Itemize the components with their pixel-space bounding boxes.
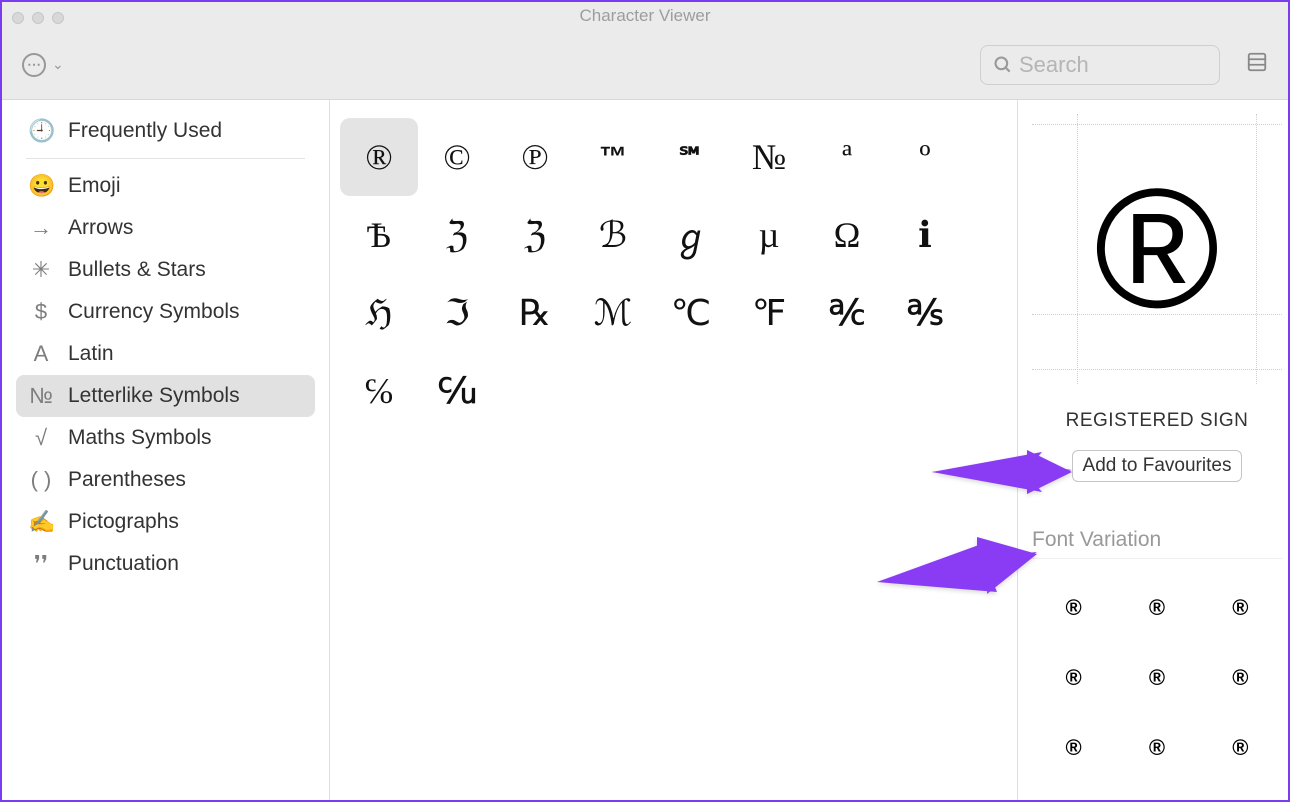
search-field[interactable] bbox=[980, 45, 1220, 85]
font-variation-cell[interactable]: ® bbox=[1149, 595, 1165, 621]
character-cell[interactable]: ℠ bbox=[652, 118, 730, 196]
emoji-icon: 😀 bbox=[28, 173, 54, 199]
sidebar-item-label: Currency Symbols bbox=[68, 300, 240, 324]
character-cell[interactable]: Ω bbox=[808, 196, 886, 274]
character-cell[interactable]: º bbox=[886, 118, 964, 196]
character-cell[interactable]: ℉ bbox=[730, 274, 808, 352]
character-cell[interactable]: ª bbox=[808, 118, 886, 196]
character-cell[interactable]: ℁ bbox=[886, 274, 964, 352]
character-cell[interactable]: ℞ bbox=[496, 274, 574, 352]
detail-panel: ® REGISTERED SIGN Add to Favourites Font… bbox=[1018, 100, 1288, 800]
sidebar-item-bullets-stars[interactable]: ✳ Bullets & Stars bbox=[16, 249, 315, 291]
character-cell[interactable]: ℅ bbox=[340, 352, 418, 430]
character-cell[interactable]: ℌ bbox=[340, 274, 418, 352]
sidebar-item-punctuation[interactable]: ❜❜ Punctuation bbox=[16, 543, 315, 585]
letterlike-icon: № bbox=[28, 383, 54, 409]
sidebar-item-arrows[interactable]: → Arrows bbox=[16, 207, 315, 249]
options-menu-button[interactable]: ⋯ bbox=[22, 53, 46, 77]
window-titlebar: Character Viewer bbox=[2, 2, 1288, 30]
character-cell[interactable]: ℊ bbox=[652, 196, 730, 274]
character-cell[interactable]: ™ bbox=[574, 118, 652, 196]
font-variation-cell[interactable]: ® bbox=[1066, 665, 1082, 691]
character-cell[interactable]: ℬ bbox=[574, 196, 652, 274]
sidebar-divider bbox=[26, 158, 305, 159]
sidebar-item-label: Latin bbox=[68, 342, 114, 366]
sidebar-item-latin[interactable]: A Latin bbox=[16, 333, 315, 375]
character-cell[interactable]: © bbox=[418, 118, 496, 196]
bullets-stars-icon: ✳ bbox=[28, 257, 54, 283]
list-icon[interactable] bbox=[1246, 51, 1268, 78]
category-sidebar: 🕘 Frequently Used 😀 Emoji → Arrows ✳ Bullets & … bbox=[2, 100, 330, 800]
glyph-preview: ® bbox=[1032, 114, 1282, 384]
window-title: Character Viewer bbox=[2, 6, 1288, 26]
punctuation-icon: ❜❜ bbox=[28, 551, 54, 577]
font-variation-cell[interactable]: ® bbox=[1066, 595, 1082, 621]
pictographs-icon: ✍ bbox=[28, 509, 54, 535]
chevron-down-icon: ⌄ bbox=[52, 56, 64, 73]
sidebar-item-label: Bullets & Stars bbox=[68, 258, 206, 282]
maths-icon: √ bbox=[28, 425, 54, 451]
character-cell[interactable]: ℨ bbox=[496, 196, 574, 274]
character-cell[interactable]: ℗ bbox=[496, 118, 574, 196]
sidebar-item-label: Arrows bbox=[68, 216, 133, 240]
font-variation-cell[interactable]: ® bbox=[1149, 735, 1165, 761]
sidebar-item-label: Parentheses bbox=[68, 468, 186, 492]
character-cell[interactable]: ℆ bbox=[418, 352, 496, 430]
character-cell[interactable]: ® bbox=[340, 118, 418, 196]
character-cell[interactable]: № bbox=[730, 118, 808, 196]
search-icon bbox=[993, 55, 1013, 75]
font-variation-cell[interactable]: ® bbox=[1149, 665, 1165, 691]
font-variation-cell[interactable]: ® bbox=[1232, 665, 1248, 691]
character-name: REGISTERED SIGN bbox=[1032, 410, 1282, 432]
character-cell[interactable]: ℃ bbox=[652, 274, 730, 352]
search-input[interactable] bbox=[1019, 52, 1207, 78]
preview-glyph: ® bbox=[1094, 164, 1219, 334]
frequently-used-icon: 🕘 bbox=[28, 118, 54, 144]
add-to-favourites-button[interactable]: Add to Favourites bbox=[1072, 450, 1243, 482]
sidebar-item-label: Punctuation bbox=[68, 552, 179, 576]
sidebar-item-label: Pictographs bbox=[68, 510, 179, 534]
font-variation-cell[interactable]: ® bbox=[1232, 735, 1248, 761]
character-cell[interactable]: ℳ bbox=[574, 274, 652, 352]
character-cell[interactable]: ℹ bbox=[886, 196, 964, 274]
sidebar-item-parentheses[interactable]: ( ) Parentheses bbox=[16, 459, 315, 501]
sidebar-item-label: Letterlike Symbols bbox=[68, 384, 240, 408]
character-grid-panel: ®©℗™℠№ªº ѢℨℨℬℊµΩℹ ℌℑ℞ℳ℃℉℀℁ ℅℆ bbox=[330, 100, 1018, 800]
sidebar-item-maths[interactable]: √ Maths Symbols bbox=[16, 417, 315, 459]
sidebar-item-emoji[interactable]: 😀 Emoji bbox=[16, 165, 315, 207]
sidebar-item-frequently-used[interactable]: 🕘 Frequently Used bbox=[16, 110, 315, 152]
character-cell[interactable]: ℑ bbox=[418, 274, 496, 352]
sidebar-item-label: Emoji bbox=[68, 174, 121, 198]
parentheses-icon: ( ) bbox=[28, 467, 54, 493]
sidebar-item-label: Maths Symbols bbox=[68, 426, 212, 450]
sidebar-item-pictographs[interactable]: ✍ Pictographs bbox=[16, 501, 315, 543]
font-variation-cell[interactable]: ® bbox=[1232, 595, 1248, 621]
currency-icon: $ bbox=[28, 299, 54, 325]
character-cell[interactable]: Ѣ bbox=[340, 196, 418, 274]
character-cell[interactable]: ℀ bbox=[808, 274, 886, 352]
font-variation-label: Font Variation bbox=[1032, 528, 1282, 559]
character-cell[interactable]: µ bbox=[730, 196, 808, 274]
toolbar: ⋯ ⌄ bbox=[2, 30, 1288, 100]
arrows-icon: → bbox=[28, 215, 54, 241]
sidebar-item-letterlike[interactable]: № Letterlike Symbols bbox=[16, 375, 315, 417]
sidebar-item-currency[interactable]: $ Currency Symbols bbox=[16, 291, 315, 333]
latin-icon: A bbox=[28, 341, 54, 367]
font-variation-cell[interactable]: ® bbox=[1066, 735, 1082, 761]
character-cell[interactable]: ℨ bbox=[418, 196, 496, 274]
sidebar-item-label: Frequently Used bbox=[68, 119, 222, 143]
